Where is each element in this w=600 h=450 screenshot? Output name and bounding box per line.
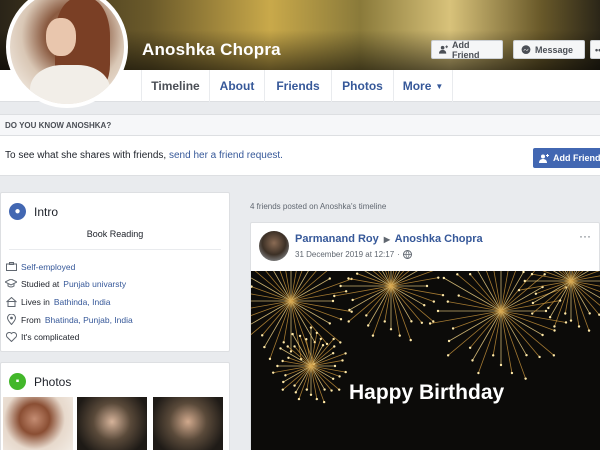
photo-icon: ▪ (9, 373, 26, 390)
know-her-header: DO YOU KNOW ANOSHKA? (0, 114, 600, 136)
message-button[interactable]: Message (513, 40, 585, 59)
intro-row-education: Studied at Punjab univarsty (5, 278, 126, 289)
post-author-avatar[interactable] (259, 231, 289, 261)
briefcase-icon (5, 261, 17, 272)
intro-row-work: Self-employed (5, 261, 75, 272)
chevron-down-icon: ▼ (435, 81, 444, 91)
tab-about[interactable]: About (209, 70, 264, 102)
intro-card: ● Intro Book Reading Self-employed Studi… (0, 192, 230, 352)
photo-thumbnail[interactable] (153, 397, 223, 450)
post-author-link[interactable]: Parmanand Roy (295, 233, 379, 245)
friends-posted-count: 4 friends posted on Anoshka's timeline (250, 202, 387, 211)
profile-name[interactable]: Anoshka Chopra (142, 40, 281, 60)
add-friend-button[interactable]: Add Friend (431, 39, 503, 60)
intro-row-relationship: It's complicated (5, 331, 79, 342)
post-options-icon[interactable]: ··· (579, 229, 591, 243)
post-header: Parmanand Roy ▶ Anoshka Chopra (295, 233, 483, 245)
divider (9, 249, 221, 250)
know-her-panel: To see what she shares with friends, sen… (0, 136, 600, 176)
photo-thumbnail[interactable] (3, 397, 73, 450)
happy-birthday-text: Happy Birthday (349, 381, 505, 404)
graduation-cap-icon (5, 278, 17, 289)
photos-card: ▪ Photos (0, 362, 230, 450)
globe-icon[interactable] (402, 250, 412, 259)
photo-thumbnail[interactable] (77, 397, 147, 450)
add-user-icon (439, 45, 449, 54)
intro-bio: Book Reading (86, 229, 144, 239)
post-meta: 31 December 2019 at 12:17 · (295, 250, 412, 259)
tab-more[interactable]: More ▼ (393, 70, 453, 102)
send-request-link[interactable]: send her a friend request. (169, 150, 283, 161)
tab-photos[interactable]: Photos (331, 70, 393, 102)
globe-icon: ● (9, 203, 26, 220)
house-icon (5, 296, 17, 307)
post-target-link[interactable]: Anoshka Chopra (395, 233, 483, 245)
know-text: To see what she shares with friends, sen… (5, 150, 283, 161)
add-friend-label: Add Friend (452, 39, 480, 60)
intro-row-lives: Lives in Bathinda, India (5, 296, 111, 307)
more-dots-icon: ••• (595, 44, 600, 55)
add-friend-button-secondary[interactable]: Add Friend (533, 148, 600, 168)
add-user-icon (539, 153, 549, 163)
fireworks-image (251, 271, 600, 404)
tab-timeline[interactable]: Timeline (141, 70, 209, 102)
photos-title[interactable]: ▪ Photos (9, 373, 71, 390)
timeline-post: Parmanand Roy ▶ Anoshka Chopra 31 Decemb… (250, 222, 600, 450)
post-image[interactable]: Happy Birthday (251, 271, 600, 450)
more-options-button[interactable]: ••• (590, 40, 600, 59)
intro-title: ● Intro (9, 203, 58, 220)
know-heading: DO YOU KNOW ANOSHKA? (5, 121, 112, 130)
heart-icon (5, 331, 17, 342)
tab-friends[interactable]: Friends (264, 70, 331, 102)
arrow-right-icon: ▶ (383, 235, 390, 244)
location-pin-icon (5, 314, 17, 325)
post-timestamp[interactable]: 31 December 2019 at 12:17 (295, 250, 394, 259)
messenger-icon (521, 44, 531, 54)
message-label: Message (535, 44, 574, 55)
intro-row-from: From Bhatinda, Punjab, India (5, 314, 133, 325)
